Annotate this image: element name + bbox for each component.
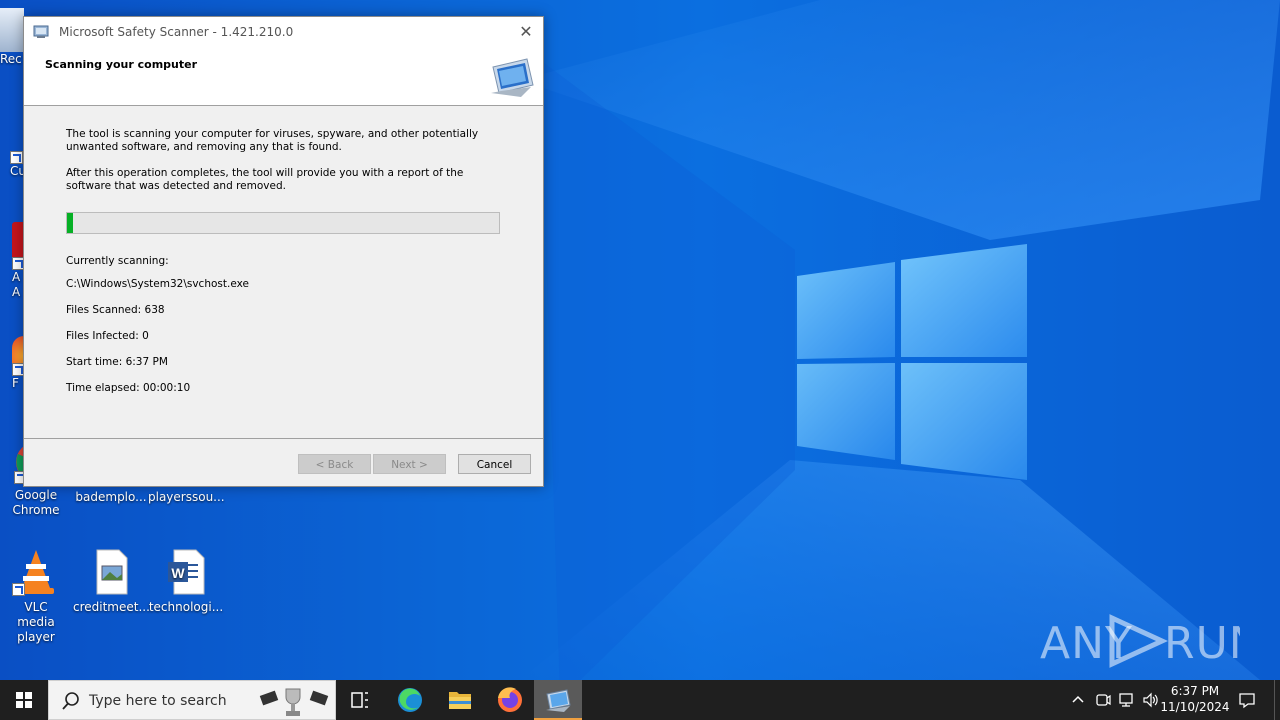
windows-start-icon [16,692,32,708]
taskbar-clock[interactable]: 6:37 PM 11/10/2024 [1160,683,1230,715]
desktop-icon-bademplo[interactable]: bademplo... [73,490,149,505]
taskbar-firefox-button[interactable] [486,680,534,720]
safety-scanner-window: Microsoft Safety Scanner - 1.421.210.0 ✕… [23,16,544,487]
desktop-icon-label: Rec [0,52,22,66]
safety-scanner-app-icon [33,25,49,38]
cancel-button[interactable]: Cancel [458,454,531,474]
close-icon[interactable]: ✕ [509,17,543,47]
back-button[interactable]: < Back [298,454,371,474]
start-button[interactable] [0,680,48,720]
page-heading: Scanning your computer [45,58,198,71]
firefox-icon [498,687,522,712]
chevron-up-icon[interactable] [1068,690,1088,710]
windows-logo [797,244,1027,480]
task-view-button[interactable] [336,680,384,720]
wizard-description: The tool is scanning your computer for v… [66,128,506,206]
network-icon[interactable] [1117,690,1137,710]
image-file-icon [87,548,135,596]
time-elapsed: Time elapsed: 00:00:10 [66,382,191,394]
current-file-path: C:\Windows\System32\svchost.exe [66,278,249,290]
window-title: Microsoft Safety Scanner - 1.421.210.0 [59,25,294,39]
show-desktop-button[interactable] [1274,680,1280,720]
taskbar: Type here to search 6:37 PM 11/10/2024 [0,680,1280,720]
desktop-icon-label: creditmeet... [73,600,150,614]
window-titlebar[interactable]: Microsoft Safety Scanner - 1.421.210.0 ✕ [24,17,543,47]
search-placeholder: Type here to search [89,693,227,709]
desktop-icon-creditmeet[interactable]: creditmeet... [73,548,150,615]
files-infected-count: Files Infected: 0 [66,330,149,342]
desktop-icon-playerssou[interactable]: playerssou... [148,490,225,505]
search-icon [62,692,79,710]
folder-icon [449,692,471,709]
files-scanned-count: Files Scanned: 638 [66,304,165,316]
scan-progress-bar [66,212,500,234]
task-view-icon [351,692,368,708]
desktop-icon-label: Google Chrome [12,488,60,517]
desktop-icon-label: bademplo... [75,490,147,504]
svg-text:W: W [171,565,185,581]
vlc-icon [12,548,60,596]
start-time: Start time: 6:37 PM [66,356,168,368]
description-paragraph-2: After this operation completes, the tool… [66,167,464,192]
search-highlight-trophy-icon [259,688,329,716]
taskbar-edge-button[interactable] [386,680,434,720]
anyrun-watermark: ANY RUN [1040,610,1262,672]
watermark-text-run: RUN [1164,618,1240,669]
currently-scanning-label: Currently scanning: [66,255,169,267]
taskbar-file-explorer-button[interactable] [436,680,484,720]
recycle-bin-icon [0,8,24,52]
desktop-icon-label: F [12,376,19,390]
taskbar-search-box[interactable]: Type here to search [48,680,336,720]
volume-icon[interactable] [1141,690,1161,710]
wizard-header: Scanning your computer [24,47,543,106]
notification-center-icon[interactable] [1237,690,1257,710]
edge-icon [398,688,422,712]
description-paragraph-1: The tool is scanning your computer for v… [66,128,479,153]
desktop-icon-label: playerssou... [148,490,225,504]
desktop-icon-partial-2[interactable]: Cu [10,130,26,179]
footer-divider [24,438,543,439]
desktop-icon-recycle-bin[interactable]: Rec [0,8,24,67]
desktop-icon-label: technologi... [148,600,224,614]
shortcut-icon [10,130,24,164]
meet-now-icon[interactable] [1093,690,1113,710]
desktop-icon-label: VLC media player [17,600,55,644]
clock-time: 6:37 PM [1170,684,1220,698]
word-doc-icon: W [162,548,210,596]
desktop-icon-technologi[interactable]: W technologi... [148,548,224,615]
desktop-icon-vlc[interactable]: VLC media player [0,548,74,645]
clock-date: 11/10/2024 [1160,700,1230,714]
taskbar-safety-scanner-button[interactable] [534,680,582,720]
safety-scanner-icon [546,689,571,712]
scanner-computer-icon [491,58,534,97]
next-button[interactable]: Next > [373,454,446,474]
scan-progress-fill [67,213,74,233]
